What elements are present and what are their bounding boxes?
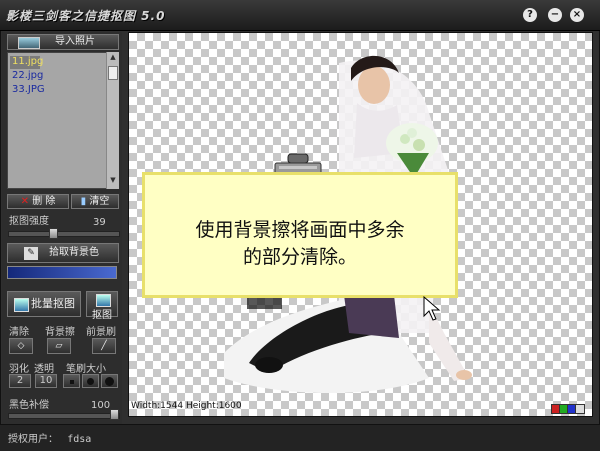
small-dot-icon	[70, 380, 74, 384]
import-photos-button[interactable]: 导入照片	[7, 34, 119, 50]
file-list[interactable]: 11.jpg 22.jpg 33.JPG	[7, 52, 111, 189]
close-icon[interactable]: ×	[570, 8, 584, 22]
scroll-down-icon[interactable]: ▼	[108, 176, 118, 185]
tool-label: 清除	[9, 327, 29, 338]
transparency-label: 透明	[34, 364, 54, 375]
app-title: 影楼三剑客之信捷抠图 5.0	[6, 9, 166, 23]
file-item[interactable]: 11.jpg	[12, 56, 43, 67]
image-dimensions: Width:1544 Height:1600	[131, 401, 242, 411]
file-list-scrollbar[interactable]: ▲ ▼	[106, 52, 119, 189]
photo-icon	[18, 37, 40, 49]
scroll-up-icon[interactable]: ▲	[108, 53, 118, 62]
file-item[interactable]: 22.jpg	[12, 70, 43, 81]
import-label: 导入照片	[55, 36, 95, 47]
title-bar[interactable]: 影楼三剑客之信捷抠图 5.0 ? − ×	[0, 0, 600, 31]
file-item[interactable]: 33.JPG	[12, 84, 45, 95]
brush-small-button[interactable]	[63, 374, 80, 388]
bg-eraser-icon: ▱	[55, 341, 63, 351]
eyedropper-icon: ✎	[24, 247, 38, 260]
tip-note: 使用背景擦将画面中多余 的部分清除。	[142, 172, 458, 298]
brush-size-label: 笔刷大小	[66, 364, 106, 375]
delete-icon: ✕	[20, 196, 29, 207]
batch-cutout-button[interactable]: 批量抠图	[7, 291, 81, 317]
clear-button[interactable]: ▮ 清空	[71, 194, 119, 209]
large-dot-icon	[105, 377, 114, 386]
black-comp-slider-thumb[interactable]	[110, 409, 119, 420]
feather-label: 羽化	[9, 364, 29, 375]
eraser-icon: ◇	[17, 341, 25, 351]
license-info: 授权用户： fdsa	[8, 430, 91, 445]
brush-large-button[interactable]	[101, 374, 118, 388]
help-icon[interactable]: ?	[523, 8, 537, 22]
black-comp-value: 100	[91, 400, 111, 411]
license-user: fdsa	[67, 434, 92, 445]
clear-label: 清空	[89, 196, 110, 207]
white-swatch[interactable]	[575, 404, 585, 414]
delete-button[interactable]: ✕ 删 除	[7, 194, 69, 209]
cutout-button[interactable]: 抠图	[86, 291, 118, 321]
brush-icon: ╱	[101, 341, 107, 351]
feather-input[interactable]: 2	[9, 374, 31, 388]
cutout-label: 抠图	[92, 310, 112, 321]
transparency-input[interactable]: 10	[35, 374, 57, 388]
black-comp-label: 黑色补偿	[9, 400, 49, 411]
license-label: 授权用户：	[8, 434, 58, 445]
bg-color-swatch	[7, 266, 117, 279]
delete-label: 删 除	[32, 196, 56, 207]
tip-text: 使用背景擦将画面中多余 的部分清除。	[145, 217, 455, 271]
tip-line-2: 的部分清除。	[242, 246, 357, 268]
black-comp-slider[interactable]	[8, 413, 120, 419]
brush-medium-button[interactable]	[82, 374, 99, 388]
tip-line-1: 使用背景擦将画面中多余	[195, 219, 405, 241]
scroll-thumb[interactable]	[108, 66, 118, 80]
strength-slider[interactable]	[8, 231, 120, 237]
batch-icon	[14, 298, 29, 312]
fg-brush-tool-button[interactable]: ╱	[92, 338, 116, 354]
bg-erase-tool-button[interactable]: ▱	[47, 338, 71, 354]
medium-dot-icon	[87, 378, 94, 385]
pick-bg-color-button[interactable]: ✎ 拾取背景色	[7, 243, 119, 263]
trash-icon: ▮	[80, 196, 87, 207]
strength-label: 抠图强度	[9, 216, 49, 227]
strength-value: 39	[93, 217, 106, 228]
tool-label: 前景刷	[86, 327, 116, 338]
strength-slider-thumb[interactable]	[49, 228, 58, 239]
cursor-icon	[423, 296, 441, 321]
tool-label: 背景擦	[45, 327, 75, 338]
minimize-icon[interactable]: −	[548, 8, 562, 22]
erase-tool-button[interactable]: ◇	[9, 338, 33, 354]
